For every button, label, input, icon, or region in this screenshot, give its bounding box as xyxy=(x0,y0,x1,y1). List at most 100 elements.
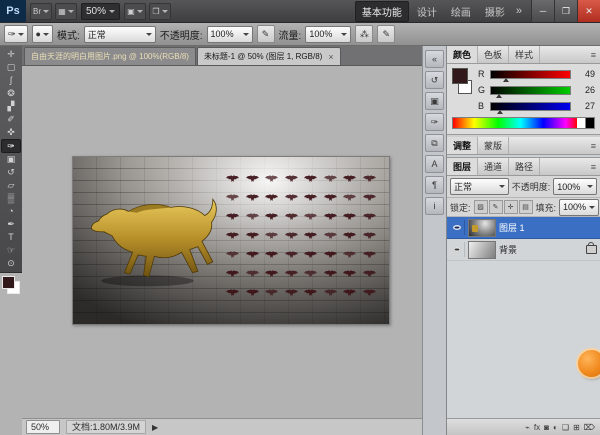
workspace-painting[interactable]: 绘画 xyxy=(445,2,477,21)
history-panel-icon[interactable]: ↺ xyxy=(425,71,444,89)
new-layer-icon[interactable]: ⊞ xyxy=(573,423,580,432)
green-value-field[interactable]: 26 xyxy=(575,85,595,95)
layer-style-icon[interactable]: fx xyxy=(534,423,540,432)
flow-select[interactable]: 100% xyxy=(305,26,351,43)
hand-tool[interactable]: ☞ xyxy=(2,244,20,257)
blend-mode-select[interactable]: 正常 xyxy=(84,26,156,43)
screen-mode-icon[interactable]: ❒ xyxy=(149,3,171,20)
layer-row[interactable]: 图层 1 xyxy=(447,217,600,239)
green-slider[interactable] xyxy=(490,86,571,95)
airbrush-toggle-icon[interactable]: ⁂ xyxy=(355,25,373,43)
eraser-tool[interactable]: ▱ xyxy=(2,179,20,192)
close-button[interactable]: ✕ xyxy=(577,0,600,22)
visibility-eye-icon[interactable] xyxy=(450,220,465,235)
character-panel-icon[interactable]: A xyxy=(425,155,444,173)
layer-thumbnail[interactable] xyxy=(468,241,496,259)
blur-tool[interactable]: ◔ xyxy=(2,205,20,218)
collapse-panels-icon[interactable]: « xyxy=(425,50,444,68)
panel-menu-icon[interactable]: ≡ xyxy=(587,46,600,63)
tab-swatches[interactable]: 色板 xyxy=(478,46,509,63)
opacity-select[interactable]: 100% xyxy=(207,26,253,43)
slider-thumb[interactable] xyxy=(503,78,509,82)
foreground-color-swatch[interactable] xyxy=(2,276,15,289)
visibility-eye-icon[interactable] xyxy=(450,242,465,257)
document-tab[interactable]: 自由天涯的明白用图片.png @ 100%(RGB/8) xyxy=(24,47,196,65)
layer-opacity-select[interactable]: 100% xyxy=(553,178,597,195)
eyedropper-tool[interactable]: ✐ xyxy=(2,113,20,126)
lock-all-icon[interactable]: ▤ xyxy=(519,200,533,214)
color-spectrum-ramp[interactable] xyxy=(452,117,595,129)
layer-blend-mode-select[interactable]: 正常 xyxy=(450,178,509,195)
foreground-color-swatch[interactable] xyxy=(452,68,468,84)
status-flyout-button[interactable]: ▶ xyxy=(152,423,158,432)
adjustment-layer-icon[interactable]: ◐ xyxy=(553,423,558,432)
red-value-field[interactable]: 49 xyxy=(575,69,595,79)
layer-fill-select[interactable]: 100% xyxy=(559,199,599,216)
paragraph-panel-icon[interactable]: ¶ xyxy=(425,176,444,194)
quick-select-tool[interactable]: ❂ xyxy=(2,87,20,100)
brush-tool[interactable]: ✑ xyxy=(1,139,21,153)
workspace-photography[interactable]: 摄影 xyxy=(479,2,511,21)
slider-thumb[interactable] xyxy=(497,110,503,114)
info-panel-icon[interactable]: i xyxy=(425,197,444,215)
history-brush-tool[interactable]: ↺ xyxy=(2,166,20,179)
status-zoom-field[interactable]: 50% xyxy=(26,420,60,434)
tablet-pressure-flow-icon[interactable]: ✎ xyxy=(377,25,395,43)
lasso-tool[interactable]: ʃ xyxy=(2,74,20,87)
tools-column: ✛▢ʃ❂▞✐✜✑▣↺▱▒◔✒T☞⊙ xyxy=(0,46,22,435)
canvas-area[interactable] xyxy=(22,66,422,418)
tab-paths[interactable]: 路径 xyxy=(509,158,540,175)
lock-pixels-icon[interactable]: ✎ xyxy=(489,200,503,214)
panel-menu-icon[interactable]: ≡ xyxy=(587,158,600,175)
arrange-documents-icon[interactable]: ▣ xyxy=(124,3,146,20)
tab-styles[interactable]: 样式 xyxy=(509,46,540,63)
document-canvas[interactable] xyxy=(72,156,390,325)
workspace-basic[interactable]: 基本功能 xyxy=(355,1,409,22)
brush-panel-icon[interactable]: ✑ xyxy=(425,113,444,131)
gradient-tool[interactable]: ▒ xyxy=(2,192,20,205)
tab-layers[interactable]: 图层 xyxy=(447,158,478,175)
layers-panel-header: 图层 通道 路径 ≡ xyxy=(447,158,600,176)
zoom-tool[interactable]: ⊙ xyxy=(2,257,20,270)
workspace-overflow-button[interactable]: » xyxy=(511,5,527,17)
clone-source-panel-icon[interactable]: ⧉ xyxy=(425,134,444,152)
layer-row[interactable]: 背景 xyxy=(447,239,600,261)
move-tool[interactable]: ✛ xyxy=(2,48,20,61)
crop-tool[interactable]: ▞ xyxy=(2,100,20,113)
bat-mark xyxy=(304,251,317,259)
type-tool[interactable]: T xyxy=(2,231,20,244)
styles-panel-icon[interactable]: ▣ xyxy=(425,92,444,110)
layer-group-icon[interactable]: ❏ xyxy=(562,423,569,432)
launch-bridge-icon[interactable]: Br xyxy=(30,3,52,20)
panel-menu-icon[interactable]: ≡ xyxy=(587,137,600,154)
zoom-level-box[interactable]: 50% xyxy=(81,3,120,20)
tablet-pressure-opacity-icon[interactable]: ✎ xyxy=(257,25,275,43)
ps-logo[interactable]: Ps xyxy=(0,0,26,22)
tab-channels[interactable]: 通道 xyxy=(478,158,509,175)
minimize-button[interactable]: ─ xyxy=(531,0,554,22)
clone-stamp-tool[interactable]: ▣ xyxy=(2,153,20,166)
brush-preset-picker[interactable]: ● xyxy=(32,25,53,43)
layer-mask-icon[interactable]: ◙ xyxy=(544,423,549,432)
healing-brush-tool[interactable]: ✜ xyxy=(2,126,20,139)
view-extras-icon[interactable]: ▦ xyxy=(55,3,77,20)
close-tab-icon[interactable]: × xyxy=(328,52,333,62)
tab-masks[interactable]: 蒙版 xyxy=(478,137,509,154)
lock-position-icon[interactable]: ✛ xyxy=(504,200,518,214)
maximize-button[interactable]: ❐ xyxy=(554,0,577,22)
link-layers-icon[interactable]: ⌁ xyxy=(525,423,530,432)
pen-tool[interactable]: ✒ xyxy=(2,218,20,231)
layer-thumbnail[interactable] xyxy=(468,219,496,237)
marquee-tool[interactable]: ▢ xyxy=(2,61,20,74)
delete-layer-icon[interactable]: ⌦ xyxy=(584,423,595,432)
workspace-design[interactable]: 设计 xyxy=(411,2,443,21)
blue-slider[interactable] xyxy=(490,102,571,111)
document-tab-active[interactable]: 未标题-1 @ 50% (图层 1, RGB/8) × xyxy=(197,47,341,65)
red-slider[interactable] xyxy=(490,70,571,79)
tab-color[interactable]: 颜色 xyxy=(447,46,478,63)
lock-transparency-icon[interactable]: ▨ xyxy=(474,200,488,214)
tab-adjustments[interactable]: 调整 xyxy=(447,137,478,154)
blue-value-field[interactable]: 27 xyxy=(575,101,595,111)
tool-preset-picker[interactable]: ✑ xyxy=(4,25,28,43)
slider-thumb[interactable] xyxy=(496,94,502,98)
